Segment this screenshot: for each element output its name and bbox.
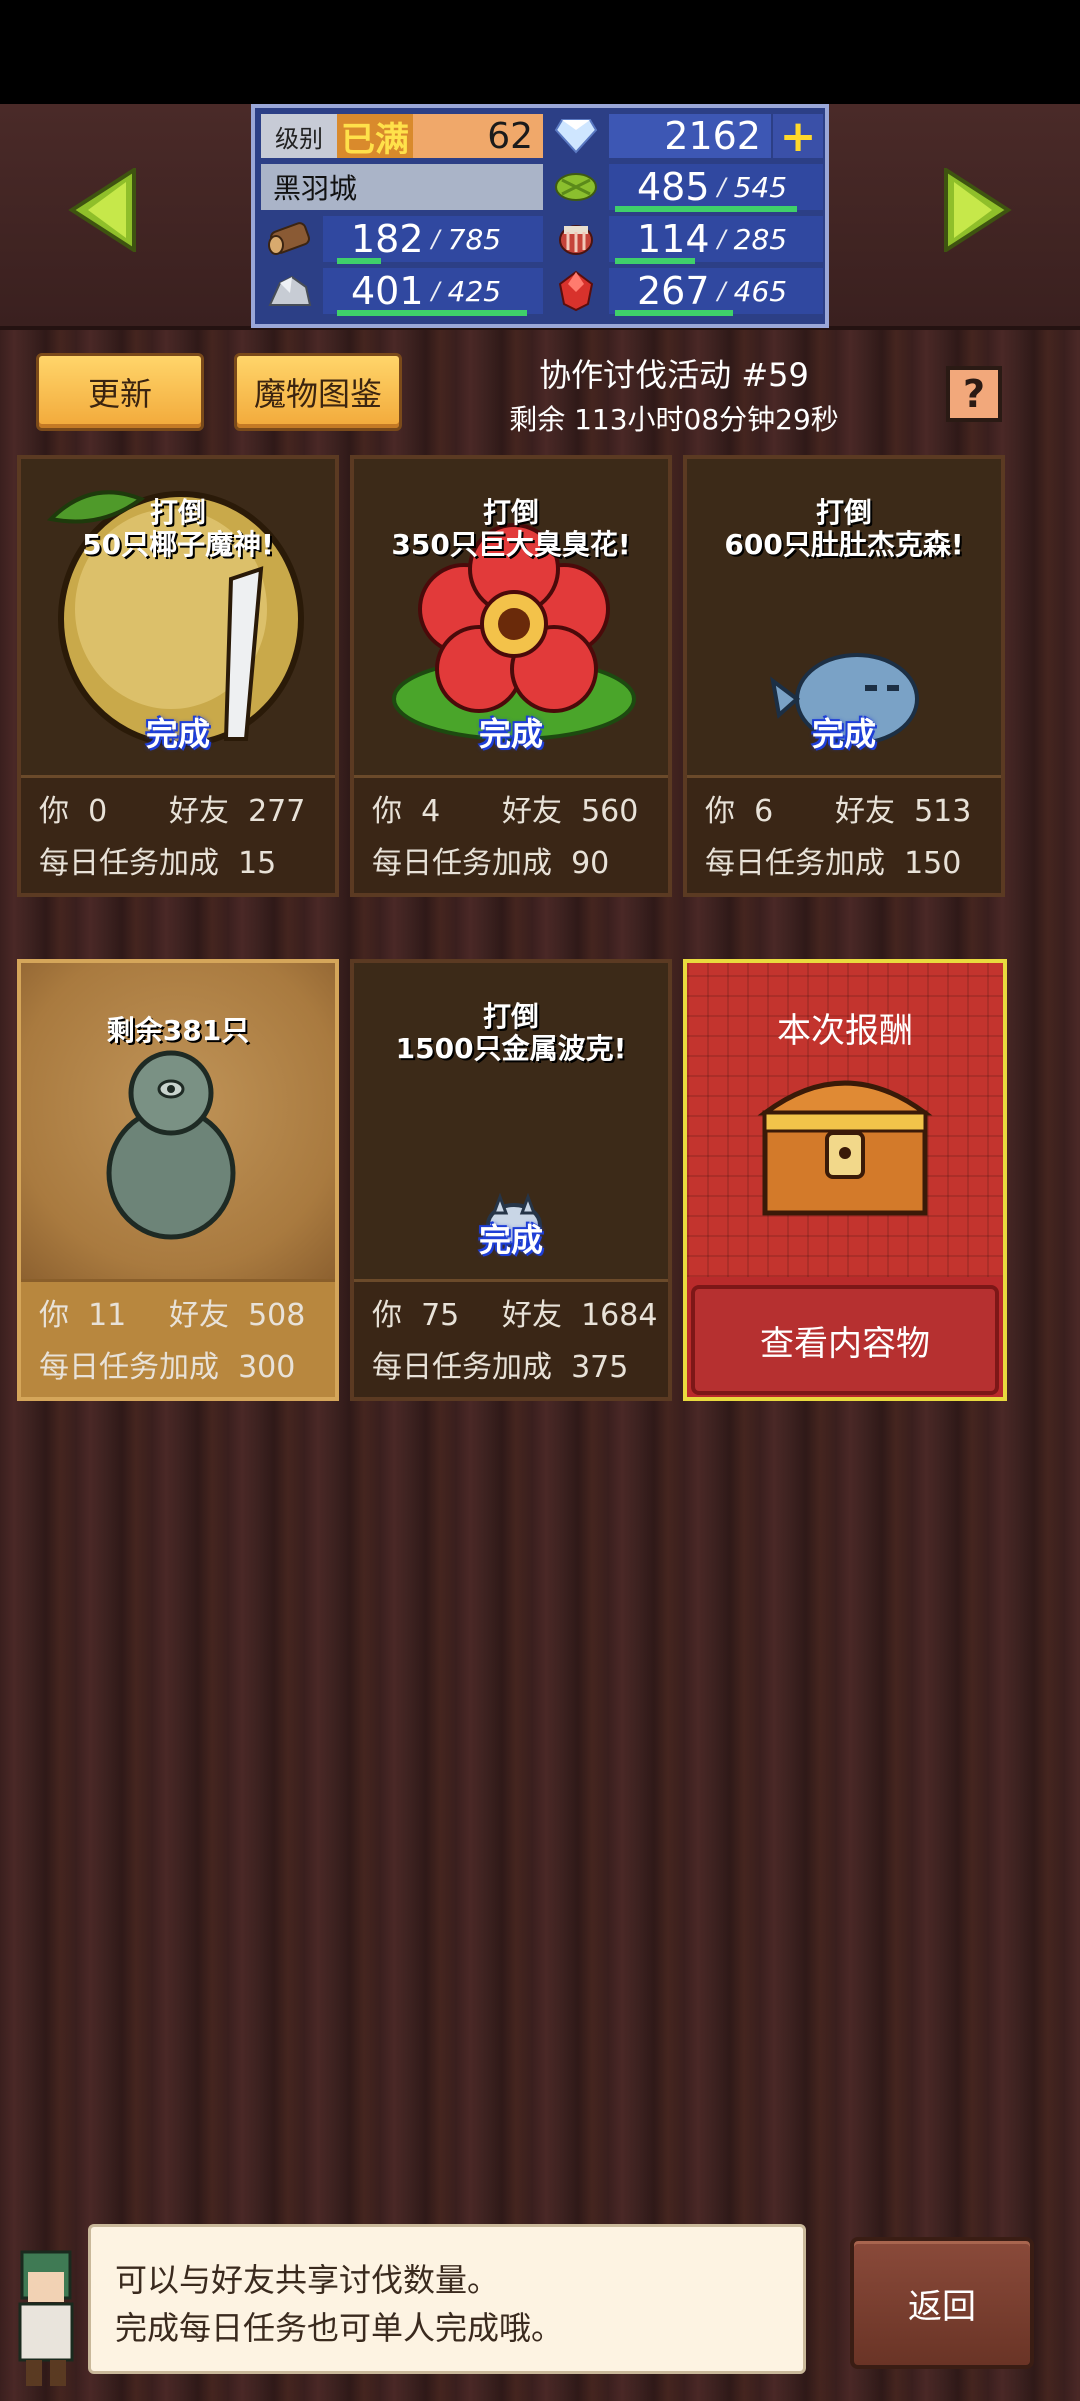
friends-label: 好友 [169,794,229,829]
card-title-line2: 350只巨大臭臭花! [391,528,631,561]
friends-count: 560 [581,794,639,829]
gem-count: 2162 [609,114,771,158]
triangle-right-icon [944,166,1012,254]
card-status: 完成 [811,715,876,753]
reward-card: 本次报酬 查看内容物 [683,959,1007,1401]
you-count: 0 [88,794,108,829]
card-status: 完成 [478,1221,543,1259]
card-title-line1: 打倒 [815,496,872,529]
card-title-line1: 打倒 [149,496,206,529]
friends-count: 1684 [581,1298,658,1333]
card-status: 完成 [145,715,210,753]
friends-count: 277 [248,794,306,829]
card-title-line2: 50只椰子魔神! [82,528,274,561]
tip-dialog: 可以与好友共享讨伐数量。 完成每日任务也可单人完成哦。 [88,2224,806,2374]
bonus-value: 300 [238,1350,296,1385]
quest-card-metal-slime[interactable]: 打倒 1500只金属波克! 完成 你 75 好友 1684 每日任务加成 375 [350,959,672,1401]
card-stats: 你 6 好友 513 每日任务加成 150 [687,775,1001,889]
bonus-label: 每日任务加成 [372,846,552,881]
friends-label: 好友 [169,1298,229,1333]
you-count: 11 [88,1298,127,1333]
you-label: 你 [372,1298,402,1333]
card-title-line2: 600只肚肚杰克森! [724,528,964,561]
bonus-value: 150 [904,846,962,881]
reward-title: 本次报酬 [777,1011,913,1051]
stone-golem-monster-icon [106,1050,236,1240]
friends-label: 好友 [502,1298,562,1333]
friends-count: 513 [914,794,972,829]
card-art [21,963,335,1279]
refresh-button[interactable]: 更新 [36,353,204,431]
you-label: 你 [39,794,69,829]
bonus-label: 每日任务加成 [39,1350,219,1385]
view-contents-button[interactable]: 查看内容物 [691,1285,999,1395]
bonus-label: 每日任务加成 [372,1350,552,1385]
meat-bar [615,258,695,264]
card-stats: 你 11 好友 508 每日任务加成 300 [21,1279,335,1393]
level-value: 62 [413,114,543,158]
help-button[interactable]: ? [946,366,1002,422]
bestiary-button[interactable]: 魔物图鉴 [234,353,402,431]
bonus-label: 每日任务加成 [39,846,219,881]
friends-label: 好友 [835,794,895,829]
friends-count: 508 [248,1298,306,1333]
diamond-icon [547,114,605,158]
card-title-line2: 1500只金属波克! [395,1032,627,1065]
card-title-line1: 剩余381只 [106,1014,250,1047]
card-status: 完成 [478,715,543,753]
wood-bar [337,258,381,264]
ore-bar [337,310,527,316]
you-count: 75 [421,1298,460,1333]
resource-panel: 级别 已满 62 2162 + 黑羽城 485/545 182/785 114/… [251,104,829,328]
back-button[interactable]: 返回 [850,2237,1034,2369]
event-title: 协作讨伐活动 #59 [539,356,809,394]
triangle-left-icon [68,166,136,254]
meat-icon [547,216,605,262]
ore-value: 401/425 [323,268,543,314]
ruby-icon [547,268,605,314]
vegetable-bar [615,206,797,212]
card-title-line1: 打倒 [482,496,539,529]
you-label: 你 [39,1298,69,1333]
advisor-avatar [0,2232,92,2392]
card-stats: 你 0 好友 277 每日任务加成 15 [21,775,335,889]
card-stats: 你 4 好友 560 每日任务加成 90 [354,775,668,889]
you-count: 4 [421,794,441,829]
add-gems-button[interactable]: + [773,111,823,162]
prev-arrow-button[interactable] [68,166,138,254]
tip-line-1: 可以与好友共享讨伐数量。 [115,2261,500,2299]
vegetable-icon [547,164,605,210]
wood-log-icon [261,216,319,262]
quest-card-stone-golem[interactable]: 剩余381只 你 11 好友 508 每日任务加成 300 [17,959,339,1401]
wood-value: 182/785 [323,216,543,262]
tip-line-2: 完成每日任务也可单人完成哦。 [115,2309,564,2347]
meat-value: 114/285 [609,216,823,262]
friends-label: 好友 [502,794,562,829]
you-label: 你 [372,794,402,829]
bonus-value: 90 [571,846,610,881]
next-arrow-button[interactable] [942,166,1012,254]
bonus-value: 15 [238,846,277,881]
level-max-badge: 已满 [337,114,413,160]
status-bar [0,0,1080,104]
city-name: 黑羽城 [261,164,543,210]
vegetable-value: 485/545 [609,164,823,210]
quest-card-fish[interactable]: 打倒 600只肚肚杰克森! 完成 你 6 好友 513 每日任务加成 150 [683,455,1005,897]
ore-icon [261,268,319,314]
quest-card-coconut[interactable]: 打倒 50只椰子魔神! 完成 你 0 好友 277 每日任务加成 15 [17,455,339,897]
bonus-value: 375 [571,1350,629,1385]
card-stats: 你 75 好友 1684 每日任务加成 375 [354,1279,668,1393]
you-count: 6 [754,794,774,829]
event-countdown: 剩余 113小时08分钟29秒 [509,403,839,436]
ruby-value: 267/465 [609,268,823,314]
card-title-line1: 打倒 [482,1000,539,1033]
level-label: 级别 [261,114,337,158]
quest-card-flower[interactable]: 打倒 350只巨大臭臭花! 完成 你 4 好友 560 每日任务加成 90 [350,455,672,897]
you-label: 你 [705,794,735,829]
bonus-label: 每日任务加成 [705,846,885,881]
ruby-bar [615,310,733,316]
